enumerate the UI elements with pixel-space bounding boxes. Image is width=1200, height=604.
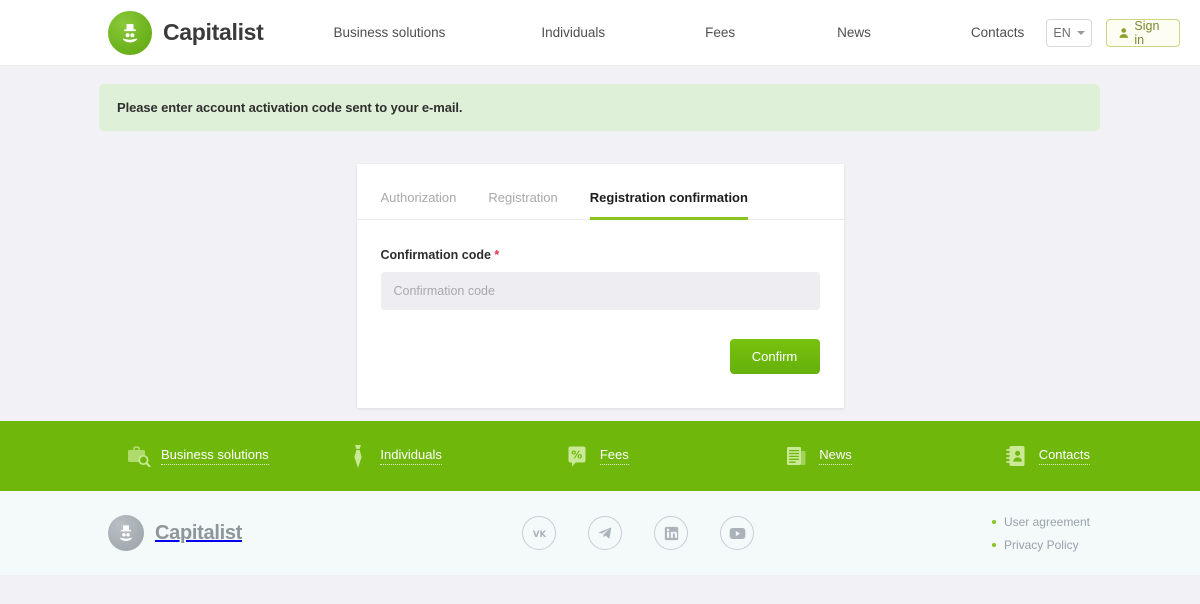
telegram-icon [598, 527, 612, 539]
green-nav-label: News [819, 447, 852, 465]
site-footer: Capitalist VK User agreement Privacy Pol… [0, 491, 1200, 575]
telegram-social-link[interactable] [588, 516, 623, 550]
vk-icon: VK [532, 529, 546, 539]
nav-item-business-solutions[interactable]: Business solutions [334, 25, 468, 40]
green-nav-contacts[interactable]: Contacts [1004, 443, 1090, 469]
tab-authorization[interactable]: Authorization [381, 190, 457, 220]
nav-item-individuals[interactable]: Individuals [519, 25, 627, 40]
youtube-social-link[interactable] [720, 516, 755, 550]
bullet-icon [991, 542, 996, 547]
green-nav-label: Individuals [380, 447, 442, 465]
brand-name: Capitalist [163, 19, 264, 45]
language-value: EN [1053, 25, 1071, 40]
confirm-button[interactable]: Confirm [729, 339, 820, 374]
confirmation-code-label-text: Confirmation code [380, 248, 491, 262]
registration-confirmation-card: Authorization Registration Registration … [356, 164, 844, 408]
header-actions: EN Sign in [1046, 18, 1181, 47]
main-content: Authorization Registration Registration … [0, 131, 1200, 421]
linkedin-icon [664, 526, 678, 540]
required-marker: * [494, 248, 500, 262]
footer-link-user-agreement[interactable]: User agreement [991, 514, 1090, 529]
sign-in-label: Sign in [1134, 18, 1160, 47]
card-body: Confirmation code * Confirm [357, 220, 844, 408]
green-footer-nav: Business solutions Individuals % Fees Ne… [0, 421, 1200, 491]
footer-legal-links: User agreement Privacy Policy [991, 514, 1090, 552]
necktie-icon [354, 445, 363, 468]
sign-in-button[interactable]: Sign in [1105, 18, 1181, 47]
user-icon [1119, 27, 1128, 38]
footer-link-label: User agreement [1003, 514, 1090, 529]
briefcase-search-icon [128, 446, 151, 468]
footer-link-label: Privacy Policy [1003, 537, 1079, 552]
confirmation-code-label: Confirmation code * [381, 248, 820, 262]
tab-registration[interactable]: Registration [488, 190, 557, 220]
nav-item-news[interactable]: News [815, 25, 893, 40]
card-actions: Confirm [381, 339, 820, 374]
bullet-icon [991, 519, 996, 524]
footer-link-privacy-policy[interactable]: Privacy Policy [991, 537, 1090, 552]
youtube-icon [729, 527, 745, 539]
gentleman-glyph [119, 525, 133, 541]
social-links: VK [522, 516, 755, 550]
brand-logo-link[interactable]: Capitalist [108, 10, 264, 55]
svg-text:%: % [571, 448, 582, 461]
nav-item-fees[interactable]: Fees [683, 25, 757, 40]
green-nav-label: Fees [599, 447, 629, 465]
vk-social-link[interactable]: VK [522, 516, 557, 550]
capitalist-gentleman-logo-gray-icon [108, 515, 144, 551]
linkedin-social-link[interactable] [654, 516, 689, 550]
alert-region: Please enter account activation code sen… [0, 66, 1200, 131]
newspaper-icon [787, 447, 806, 465]
green-nav-label: Contacts [1038, 447, 1090, 465]
confirmation-code-input[interactable] [380, 272, 820, 310]
capitalist-gentleman-logo-icon [108, 10, 152, 55]
green-nav-label: Business solutions [161, 447, 269, 465]
green-nav-individuals[interactable]: Individuals [345, 443, 564, 469]
tab-registration-confirmation[interactable]: Registration confirmation [589, 190, 748, 220]
green-nav-business-solutions[interactable]: Business solutions [126, 443, 345, 469]
address-book-icon [1005, 446, 1025, 466]
chevron-down-icon [1076, 30, 1085, 35]
site-header: Capitalist Business solutions Individual… [0, 0, 1200, 66]
price-tag-percent-icon: % [568, 446, 586, 467]
green-nav-news[interactable]: News [784, 443, 1003, 469]
green-nav-fees[interactable]: % Fees [565, 443, 784, 469]
main-navigation: Business solutions Individuals Fees News… [334, 25, 1047, 40]
card-tabs: Authorization Registration Registration … [356, 164, 844, 220]
gentleman-glyph [122, 23, 138, 42]
nav-item-contacts[interactable]: Contacts [949, 25, 1046, 40]
footer-brand-name: Capitalist [155, 521, 243, 544]
svg-text:VK: VK [532, 529, 546, 539]
activation-code-alert: Please enter account activation code sen… [99, 84, 1100, 131]
footer-brand-link[interactable]: Capitalist [108, 515, 242, 551]
language-selector[interactable]: EN [1046, 18, 1092, 47]
